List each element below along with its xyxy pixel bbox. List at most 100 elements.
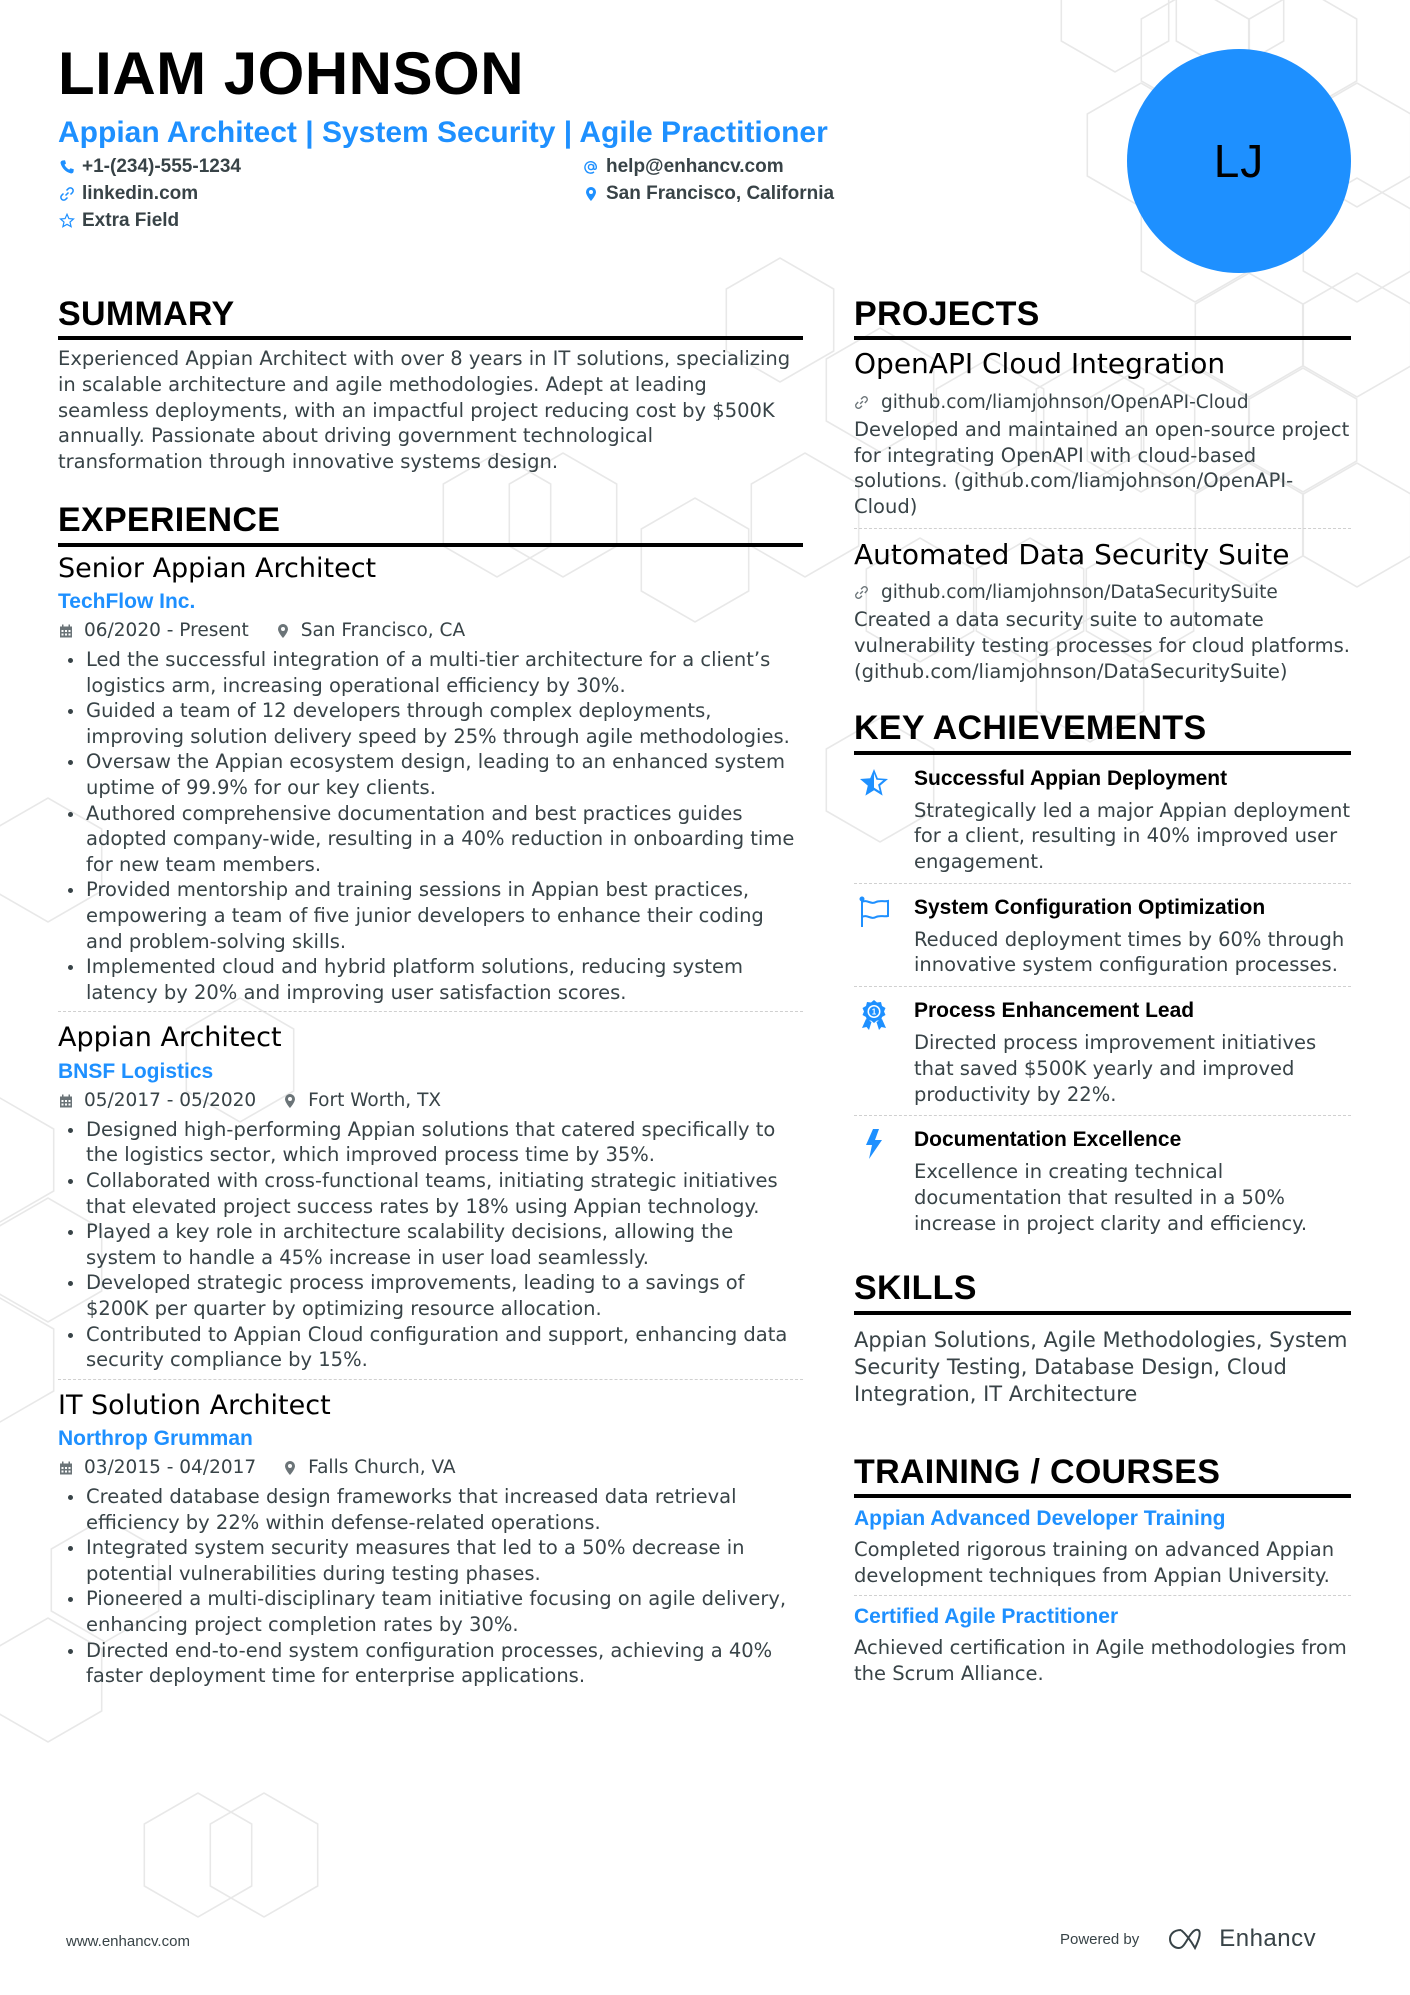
job-title: Appian Architect	[58, 1022, 282, 1054]
bullet-item: Directed end-to-end system configuration…	[58, 1638, 803, 1689]
experience-item: Senior Appian Architect TechFlow Inc. 06…	[58, 551, 803, 1013]
phone-icon	[58, 158, 76, 176]
bullet-item: Integrated system security measures that…	[58, 1535, 803, 1586]
project-description: Created a data security suite to automat…	[854, 608, 1350, 683]
star-icon	[854, 765, 914, 875]
project-link-text: github.com/liamjohnson/DataSecuritySuite	[881, 581, 1278, 603]
location-pin-icon	[282, 1459, 300, 1477]
contact-phone: +1-(234)-555-1234	[58, 156, 241, 178]
svg-text:1: 1	[872, 1008, 877, 1017]
contact-info: +1-(234)-555-1234 linkedin.com Extra Fie…	[58, 156, 858, 236]
achievement-title: Documentation Excellence	[914, 1128, 1182, 1152]
footer-website[interactable]: www.enhancv.com	[66, 1933, 190, 1950]
company-name: Northrop Grumman	[58, 1426, 253, 1450]
hexagon-shape	[1060, 0, 1170, 73]
course-description: Achieved certification in Agile methodol…	[854, 1635, 1347, 1685]
bullet-item: Provided mentorship and training session…	[58, 877, 803, 954]
achievement-item: System Configuration Optimization Reduce…	[854, 884, 1351, 988]
project-link[interactable]: github.com/liamjohnson/DataSecuritySuite	[854, 578, 1351, 608]
job-title: IT Solution Architect	[58, 1389, 331, 1421]
achievement-item: Successful Appian Deployment Strategical…	[854, 755, 1351, 884]
achievement-title: System Configuration Optimization	[914, 895, 1266, 919]
project-title: OpenAPI Cloud Integration	[854, 347, 1226, 381]
job-dates: 05/2017 - 05/2020	[84, 1090, 257, 1111]
powered-by-text: Powered by	[1060, 1930, 1140, 1948]
job-location: Falls Church, VA	[308, 1457, 456, 1479]
section-title-projects: PROJECTS	[854, 295, 1351, 341]
job-dates: 03/2015 - 04/2017	[84, 1457, 257, 1479]
section-title-summary: SUMMARY	[58, 295, 803, 341]
flag-icon	[854, 894, 914, 978]
skills-section: SKILLS Appian Solutions, Agile Methodolo…	[854, 1269, 1351, 1407]
project-description: Developed and maintained an open-source …	[854, 418, 1350, 518]
course-title: Certified Agile Practitioner	[854, 1604, 1119, 1628]
contact-email[interactable]: help@enhancv.com	[582, 156, 784, 178]
hexagon-shape	[0, 1097, 55, 1223]
job-meta: 03/2015 - 04/2017 Falls Church, VA	[58, 1454, 803, 1482]
experience-item: IT Solution Architect Northrop Grumman 0…	[58, 1388, 803, 1695]
contact-linkedin[interactable]: linkedin.com	[58, 183, 198, 205]
link-icon	[854, 584, 872, 602]
email-text: help@enhancv.com	[606, 156, 784, 177]
right-column: PROJECTS OpenAPI Cloud Integration githu…	[854, 295, 1351, 1693]
company-name: TechFlow Inc.	[58, 589, 196, 613]
bullet-item: Developed strategic process improvements…	[58, 1270, 803, 1321]
contact-extra: Extra Field	[58, 210, 179, 232]
enhancv-logo-icon	[1169, 1928, 1201, 1951]
location-pin-icon	[582, 185, 600, 203]
summary-text: Experienced Appian Architect with over 8…	[58, 347, 791, 473]
candidate-name: LIAM JOHNSON	[58, 40, 525, 107]
link-icon	[58, 185, 76, 203]
award-ribbon-icon: 1	[854, 997, 914, 1107]
lightning-bolt-icon	[854, 1126, 914, 1236]
extra-field-text: Extra Field	[82, 210, 180, 231]
calendar-icon	[58, 622, 76, 640]
linkedin-text: linkedin.com	[82, 183, 199, 204]
location-text: San Francisco, California	[606, 183, 835, 204]
achievement-description: Strategically led a major Appian deploym…	[914, 798, 1350, 873]
achievements-section: KEY ACHIEVEMENTS Successful Appian Deplo…	[854, 709, 1351, 1244]
job-location: San Francisco, CA	[300, 620, 466, 642]
course-title: Appian Advanced Developer Training	[854, 1507, 1226, 1530]
phone-text: +1-(234)-555-1234	[82, 156, 241, 177]
section-title-achievements: KEY ACHIEVEMENTS	[854, 709, 1351, 755]
at-sign-icon	[582, 158, 600, 176]
course-item: Certified Agile Practitioner Achieved ce…	[854, 1596, 1351, 1693]
project-item: OpenAPI Cloud Integration github.com/lia…	[854, 344, 1351, 529]
location-pin-icon	[282, 1092, 300, 1110]
bullet-item: Led the successful integration of a mult…	[58, 647, 803, 698]
job-title: Senior Appian Architect	[58, 552, 377, 584]
job-location: Fort Worth, TX	[308, 1090, 442, 1111]
project-link[interactable]: github.com/liamjohnson/OpenAPI-Cloud	[854, 388, 1351, 418]
bullet-item: Played a key role in architecture scalab…	[58, 1219, 803, 1270]
training-section: TRAINING / COURSES Appian Advanced Devel…	[854, 1453, 1351, 1693]
skills-text: Appian Solutions, Agile Methodologies, S…	[854, 1327, 1348, 1406]
experience-item: Appian Architect BNSF Logistics 05/2017 …	[58, 1020, 803, 1380]
bullet-item: Implemented cloud and hybrid platform so…	[58, 954, 803, 1005]
job-dates: 06/2020 - Present	[84, 620, 249, 642]
course-item: Appian Advanced Developer Training Compl…	[854, 1498, 1351, 1596]
job-meta: 05/2017 - 05/2020 Fort Worth, TX	[58, 1087, 803, 1115]
achievement-description: Excellence in creating technical documen…	[914, 1160, 1308, 1235]
bullet-item: Contributed to Appian Cloud configuratio…	[58, 1322, 803, 1373]
section-title-skills: SKILLS	[854, 1269, 1351, 1315]
achievement-title: Successful Appian Deployment	[914, 766, 1228, 790]
brand-name: Enhancv	[1219, 1925, 1317, 1952]
experience-section: EXPERIENCE Senior Appian Architect TechF…	[58, 501, 803, 1695]
section-title-training: TRAINING / COURSES	[854, 1453, 1351, 1498]
star-outline-icon	[58, 212, 76, 230]
achievement-description: Directed process improvement initiatives…	[914, 1031, 1317, 1106]
project-item: Automated Data Security Suite github.com…	[854, 535, 1351, 693]
course-description: Completed rigorous training on advanced …	[854, 1538, 1335, 1587]
calendar-icon	[58, 1092, 76, 1110]
project-title: Automated Data Security Suite	[854, 537, 1290, 571]
location-pin-icon	[275, 622, 293, 640]
job-bullets: Designed high-performing Appian solution…	[58, 1117, 803, 1373]
achievement-item: Documentation Excellence Excellence in c…	[854, 1116, 1351, 1244]
bullet-item: Pioneered a multi-disciplinary team init…	[58, 1586, 803, 1637]
left-column: SUMMARY Experienced Appian Architect wit…	[58, 295, 803, 1703]
section-title-experience: EXPERIENCE	[58, 501, 803, 547]
bullet-item: Guided a team of 12 developers through c…	[58, 698, 803, 749]
bullet-item: Collaborated with cross-functional teams…	[58, 1168, 803, 1219]
projects-section: PROJECTS OpenAPI Cloud Integration githu…	[854, 295, 1351, 693]
